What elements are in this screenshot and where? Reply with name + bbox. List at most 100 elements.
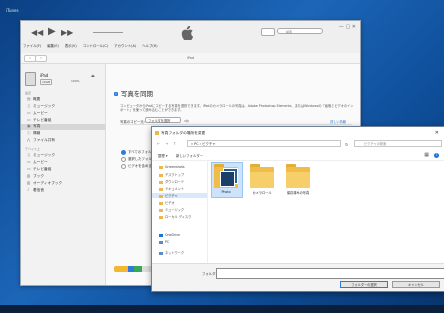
tree-item[interactable]: ローカル ディスク (159, 214, 191, 219)
sidebar-item-device-ringtones[interactable]: ♪ 着信音 (27, 188, 44, 193)
next-icon[interactable]: ▶▶ (61, 28, 73, 37)
option-all-folders[interactable]: すべてのフォルダ (121, 149, 155, 155)
file-share-icon: ⋀ (27, 138, 31, 142)
play-icon[interactable]: ▶ (48, 26, 56, 37)
select-folder-button[interactable]: フォルダーの選択 (340, 281, 388, 288)
tv-icon: ▭ (27, 167, 31, 171)
toolbar: ◀◀ ▶ ▶▶ ⌕ 検索 — ▢ ✕ ファイル(F) 編集(E) 表示(V) コ… (21, 21, 360, 54)
radio-icon (121, 149, 126, 155)
tv-icon: ▭ (27, 118, 31, 122)
capacity-segment-other (134, 266, 142, 272)
menu-edit[interactable]: 編集(E) (47, 44, 59, 48)
search-input[interactable]: 検索 (277, 28, 323, 34)
folder-item-camera-roll[interactable]: カメラロール (250, 164, 274, 195)
menu-account[interactable]: アカウント(A) (114, 44, 136, 48)
device-title: iPad (186, 56, 195, 60)
view-toggle-button[interactable] (261, 28, 275, 36)
window-controls[interactable]: — ▢ ✕ (339, 24, 356, 30)
view-options-icon[interactable]: ▦ (424, 152, 429, 158)
sidebar-item-device-music[interactable]: ♫ ミュージック (27, 153, 55, 158)
device-header: デバイス上 (25, 147, 40, 151)
tree-item-onedrive[interactable]: OneDrive (159, 233, 180, 237)
folder-dialog: 写真フォルダの場所を変更 ✕ ← → ↑ « PC › ピクチャ ↻ ⌕ ピクチ… (151, 126, 444, 292)
back-arrow-icon[interactable]: ← (157, 141, 160, 146)
tree-item[interactable]: デスクトップ (159, 172, 184, 177)
folder-label: Photo (221, 190, 231, 194)
photo-count: 0枚 (184, 119, 189, 123)
folder-item-photo[interactable]: Photo (211, 162, 243, 198)
ipad-device-icon (25, 72, 36, 86)
sync-photos-checkbox[interactable]: ✓ (114, 92, 118, 96)
sidebar-item-device-books[interactable]: ▥ ブック (27, 174, 44, 179)
menu-help[interactable]: ヘルプ(H) (142, 44, 157, 48)
sidebar-item-info[interactable]: ⓘ 情報 (27, 131, 40, 136)
sidebar-item-file-sharing[interactable]: ⋀ ファイル共有 (27, 138, 55, 143)
folder-label: 保存済みの写真 (286, 191, 310, 195)
refresh-icon[interactable]: ↻ (345, 142, 348, 147)
tree-item[interactable]: ドキュメント (159, 186, 184, 191)
info-icon: ⓘ (27, 131, 31, 135)
apple-logo-icon (181, 26, 193, 40)
tree-item[interactable]: ダウンロード (159, 179, 184, 184)
tree-item-network[interactable]: ネットワーク (159, 250, 184, 255)
device-battery: 100% (71, 79, 80, 83)
folder-icon (155, 131, 159, 135)
tree-item-selected[interactable]: ピクチャ (152, 193, 207, 198)
sidebar-item-movies[interactable]: ▭ ムービー (27, 111, 48, 116)
sync-description: コンピュータからiPadにコピーする写真を選択できます。iPadのカメラロールの… (120, 104, 354, 113)
divider (120, 124, 352, 125)
dialog-title: 写真フォルダの場所を変更 (161, 131, 206, 135)
option-include-videos[interactable]: ビデオを含める (121, 163, 152, 169)
summary-icon: ▤ (27, 97, 31, 101)
tree-item[interactable]: Screenshots (159, 165, 185, 169)
tree-item[interactable]: ビデオ (159, 200, 175, 205)
close-icon[interactable]: ✕ (435, 130, 439, 136)
menu-bar: ファイル(F) 編集(E) 表示(V) コントロール(C) アカウント(A) ヘ… (23, 43, 163, 48)
up-arrow-icon[interactable]: ↑ (173, 141, 176, 146)
tree-item-pc[interactable]: PC (159, 240, 169, 244)
cancel-button[interactable]: キャンセル (392, 281, 440, 288)
sidebar-item-device-audiobooks[interactable]: ▥ オーディオブック (27, 181, 62, 186)
taskbar (0, 305, 444, 313)
address-row: ← → ↑ « PC › ピクチャ ↻ ⌕ ピクチャの検索 (152, 139, 444, 149)
radio-icon (121, 156, 126, 162)
window-title: iTunes (6, 8, 19, 13)
sidebar-item-photos[interactable]: ▣ 写真 (21, 124, 105, 130)
folder-label: カメラロール (252, 191, 272, 195)
copy-source-row: 写真のコピー元: フォルダを選択 0枚 詳しい情報 (114, 114, 354, 124)
sidebar-item-music[interactable]: ♫ ミュージック (27, 104, 55, 109)
music-icon: ♫ (27, 104, 31, 108)
forward-arrow-icon[interactable]: → (165, 141, 168, 146)
sidebar-item-tv[interactable]: ▭ テレビ番組 (27, 118, 51, 123)
volume-slider[interactable] (93, 32, 123, 33)
new-folder-button[interactable]: 新しいフォルダー (176, 153, 203, 158)
menu-file[interactable]: ファイル(F) (23, 44, 41, 48)
help-icon[interactable]: ? (434, 153, 439, 158)
sidebar-item-summary[interactable]: ▤ 概要 (27, 97, 40, 102)
folder-item-saved-photos[interactable]: 保存済みの写真 (286, 164, 310, 195)
eject-icon[interactable]: ⏏ (91, 73, 95, 78)
book-icon: ▥ (27, 174, 31, 178)
organize-button[interactable]: 整理 ▾ (158, 153, 168, 158)
music-icon: ♫ (27, 153, 31, 157)
folder-name-input[interactable] (216, 268, 444, 279)
dialog-search-input[interactable]: ピクチャの検索 (354, 140, 442, 147)
movie-icon: ▭ (27, 111, 31, 115)
tree-item[interactable]: ミュージック (159, 207, 184, 212)
copy-source-select[interactable]: フォルダを選択 (145, 117, 181, 123)
checkbox-icon (121, 163, 126, 169)
previous-icon[interactable]: ◀◀ (31, 28, 43, 37)
device-name: iPad (40, 73, 49, 78)
sidebar: iPad 16GB 100% ⏏ 設定 ▤ 概要 ♫ ミュージック ▭ ムービー ▭ テ… (21, 64, 106, 285)
sidebar-item-device-movies[interactable]: ▭ ムービー (27, 160, 48, 165)
option-selected-folders[interactable]: 選択したフォルダ (121, 156, 155, 162)
sync-title: 写真を同期 (121, 90, 153, 98)
nav-bar: ‹ › iPad (21, 53, 360, 64)
movie-icon: ▭ (27, 160, 31, 164)
folder-list: Photo カメラロール 保存済みの写真 (210, 161, 442, 263)
address-bar[interactable]: « PC › ピクチャ (187, 140, 341, 147)
sidebar-item-device-tv[interactable]: ▭ テレビ番組 (27, 167, 51, 172)
menu-view[interactable]: 表示(V) (65, 44, 77, 48)
photos-icon: ▣ (27, 124, 31, 128)
menu-controls[interactable]: コントロール(C) (83, 44, 108, 48)
